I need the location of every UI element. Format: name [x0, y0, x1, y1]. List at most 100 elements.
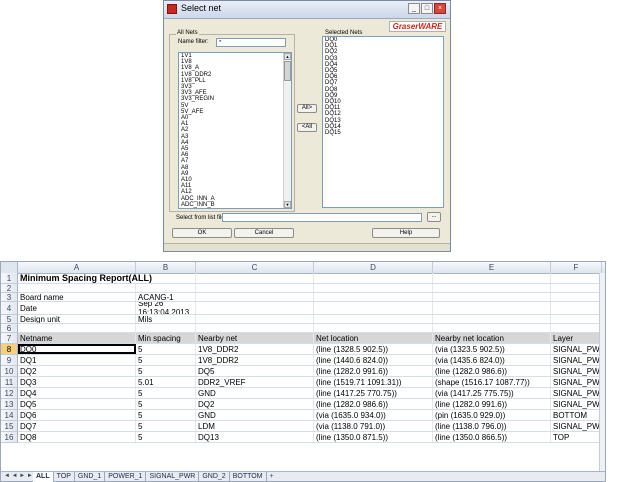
table-cell[interactable] — [314, 284, 433, 292]
table-cell[interactable]: DQ3 — [18, 377, 136, 387]
column-header-a[interactable]: A — [18, 262, 136, 273]
list-file-input[interactable] — [222, 213, 422, 222]
table-cell[interactable]: (via (1323.5 902.5)) — [433, 344, 551, 354]
table-cell[interactable]: ACANG-1 — [136, 293, 196, 301]
table-cell[interactable]: SIGNAL_PWR — [551, 399, 602, 409]
scroll-up-icon[interactable]: ▲ — [284, 53, 291, 60]
table-cell[interactable]: 5 — [136, 366, 196, 376]
row-header[interactable]: 16 — [1, 432, 18, 443]
table-cell[interactable]: 5 — [136, 388, 196, 398]
table-cell[interactable]: (line (1282.0 991.6)) — [314, 366, 433, 376]
table-cell[interactable]: Nearby net location — [433, 333, 551, 343]
table-cell[interactable]: (line (1519.71 1091.31)) — [314, 377, 433, 387]
table-cell[interactable]: DQ0 — [18, 344, 136, 354]
table-cell[interactable] — [196, 315, 314, 323]
table-cell[interactable]: Layer — [551, 333, 602, 343]
table-cell[interactable]: BOTTOM — [551, 410, 602, 420]
table-cell[interactable] — [551, 302, 602, 314]
table-cell[interactable]: SIGNAL_PWR — [551, 344, 602, 354]
tab-gnd-2[interactable]: GND_2 — [199, 472, 230, 482]
table-cell[interactable]: (line (1440.6 824.0)) — [314, 355, 433, 365]
table-cell[interactable] — [314, 273, 433, 283]
table-cell[interactable]: 1V8_DDR2 — [196, 355, 314, 365]
table-cell[interactable] — [551, 324, 602, 332]
spreadsheet[interactable]: ABCDEF 1 Minimum Spacing Report(ALL) 2 3 Boa… — [0, 261, 606, 482]
table-cell[interactable]: SIGNAL_PWR — [551, 388, 602, 398]
table-cell[interactable]: (line (1282.0 991.6)) — [433, 399, 551, 409]
row-header[interactable]: 7 — [1, 333, 18, 344]
table-cell[interactable]: 1V8_DDR2 — [196, 344, 314, 354]
tab-nav-arrows-icon[interactable]: ◄ ◄ ► ► — [4, 473, 33, 479]
table-cell[interactable] — [314, 315, 433, 323]
table-cell[interactable]: 5.01 — [136, 377, 196, 387]
table-cell[interactable]: (line (1350.0 871.5)) — [314, 432, 433, 442]
table-cell[interactable]: (shape (1516.17 1087.77)) — [433, 377, 551, 387]
browse-button[interactable]: ... — [427, 212, 441, 222]
row-header[interactable]: 5 — [1, 315, 18, 324]
table-cell[interactable]: GND — [196, 388, 314, 398]
table-cell[interactable] — [433, 284, 551, 292]
row-header[interactable]: 1 — [1, 273, 18, 284]
row-header[interactable]: 10 — [1, 366, 18, 377]
all-nets-list[interactable]: 1V1 1V8 1V8_A 1V8_DDR2 1V8_PLL 3V3 3V3_AFE 3V3_… — [178, 52, 292, 209]
table-cell[interactable]: 5 — [136, 399, 196, 409]
table-cell[interactable]: (line (1328.5 902.5)) — [314, 344, 433, 354]
tab-top[interactable]: TOP — [54, 472, 75, 482]
table-cell[interactable] — [18, 284, 136, 292]
table-cell[interactable]: DQ8 — [18, 432, 136, 442]
table-cell[interactable]: GND — [196, 410, 314, 420]
table-cell[interactable]: (line (1350.0 866.5)) — [433, 432, 551, 442]
table-cell[interactable]: (pin (1635.0 929.0)) — [433, 410, 551, 420]
table-cell[interactable] — [136, 324, 196, 332]
table-cell[interactable]: DDR2_VREF — [196, 377, 314, 387]
table-cell[interactable] — [433, 273, 551, 283]
column-header-b[interactable]: B — [136, 262, 196, 273]
table-cell[interactable]: LDM — [196, 421, 314, 431]
table-cell[interactable] — [551, 284, 602, 292]
sheet-vertical-scrollbar[interactable] — [599, 273, 605, 472]
table-cell[interactable] — [433, 302, 551, 314]
table-cell[interactable]: Netname — [18, 333, 136, 343]
table-cell[interactable]: DQ13 — [196, 432, 314, 442]
table-cell[interactable] — [314, 324, 433, 332]
table-cell[interactable]: (line (1138.0 796.0)) — [433, 421, 551, 431]
row-header[interactable]: 11 — [1, 377, 18, 388]
table-cell[interactable]: DQ6 — [18, 410, 136, 420]
selected-nets-list[interactable]: DQ0 DQ1 DQ2 DQ3 DQ4 DQ5 DQ6 DQ7 DQ8 DQ9 DQ10 DQ11 DQ… — [322, 36, 444, 208]
table-cell[interactable]: (line (1282.0 986.6)) — [433, 366, 551, 376]
column-header-f[interactable]: F — [551, 262, 602, 273]
all-net-item[interactable]: ADC_INP_A — [179, 208, 291, 209]
tab-gnd-1[interactable]: GND_1 — [75, 472, 106, 482]
select-all-corner[interactable] — [1, 262, 18, 273]
table-cell[interactable]: Mils — [136, 315, 196, 323]
table-cell[interactable]: SIGNAL_PWR — [551, 366, 602, 376]
table-cell[interactable]: Board name — [18, 293, 136, 301]
all-nets-scrollbar[interactable]: ▲ ▼ — [283, 53, 291, 208]
row-header[interactable]: 12 — [1, 388, 18, 399]
column-header-c[interactable]: C — [196, 262, 314, 273]
table-cell[interactable]: Nearby net — [196, 333, 314, 343]
table-cell[interactable] — [196, 293, 314, 301]
table-cell[interactable] — [196, 302, 314, 314]
table-cell[interactable]: 5 — [136, 344, 196, 354]
dialog-title-bar[interactable]: Select net _ □ × — [164, 1, 450, 19]
table-cell[interactable] — [551, 315, 602, 323]
table-cell[interactable]: TOP — [551, 432, 602, 442]
table-cell[interactable]: (via (1435.6 824.0)) — [433, 355, 551, 365]
table-cell[interactable]: DQ7 — [18, 421, 136, 431]
table-cell[interactable] — [196, 324, 314, 332]
table-cell[interactable]: Min spacing — [136, 333, 196, 343]
table-cell[interactable] — [433, 324, 551, 332]
row-header[interactable]: 2 — [1, 284, 18, 293]
help-button[interactable]: Help — [372, 228, 440, 238]
column-header-d[interactable]: D — [314, 262, 433, 273]
row-header[interactable]: 6 — [1, 324, 18, 333]
add-sheet-icon[interactable]: + — [267, 472, 277, 482]
table-cell[interactable] — [551, 293, 602, 301]
row-header[interactable]: 3 — [1, 293, 18, 302]
table-cell[interactable]: DQ4 — [18, 388, 136, 398]
maximize-button[interactable]: □ — [421, 3, 433, 14]
ok-button[interactable]: OK — [172, 228, 232, 238]
table-cell[interactable]: Net location — [314, 333, 433, 343]
table-cell[interactable] — [433, 315, 551, 323]
